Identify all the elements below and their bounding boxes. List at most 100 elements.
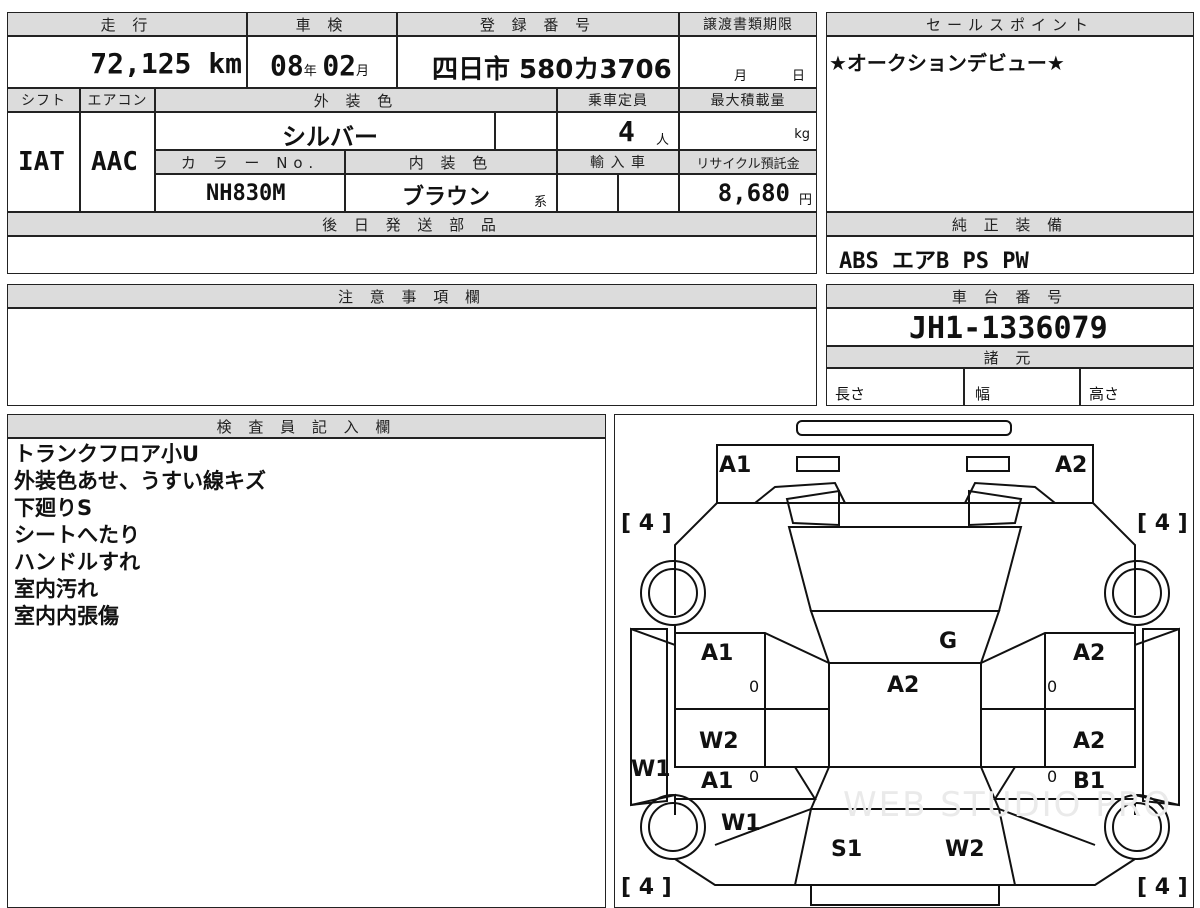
shift-value: IAT bbox=[18, 147, 65, 177]
aircon-value: AAC bbox=[91, 147, 138, 177]
inspection-year: 08 bbox=[270, 49, 304, 82]
mark-windshield: G bbox=[939, 629, 958, 654]
mark-left-front-door: A1 bbox=[701, 641, 734, 666]
tire-right-front: [ 4 ] bbox=[1137, 511, 1188, 536]
import-label: 輸 入 車 bbox=[557, 150, 679, 174]
interior-color-cell: ブラウン 系 bbox=[345, 174, 557, 212]
inspection-month-unit: 月 bbox=[356, 64, 370, 79]
spec-length: 長さ bbox=[835, 385, 866, 403]
inspector-line: シートへたり bbox=[14, 523, 140, 547]
recycle-fee-cell: 8,680 円 bbox=[679, 174, 817, 212]
mark-left-rear-door-2: A1 bbox=[701, 769, 734, 794]
capacity-unit: 人 bbox=[656, 133, 670, 148]
inspector-line: ハンドルすれ bbox=[14, 550, 140, 574]
inspection-year-unit: 年 bbox=[303, 64, 317, 79]
sales-point-value: ★オークションデビュー★ bbox=[829, 51, 1065, 75]
inspection-cell: 08年 02月 bbox=[247, 36, 397, 88]
mark-left-sill: W1 bbox=[631, 757, 671, 782]
transfer-day-unit: 日 bbox=[792, 69, 806, 84]
capacity-value: 4 bbox=[618, 115, 635, 148]
spec-height: 高さ bbox=[1089, 385, 1120, 403]
specs-label: 諸 元 bbox=[826, 346, 1194, 368]
exterior-color-cell: シルバー bbox=[155, 112, 495, 151]
aircon-cell: AAC bbox=[80, 112, 155, 212]
inspector-label: 検 査 員 記 入 欄 bbox=[7, 414, 606, 438]
later-parts-cell bbox=[7, 236, 817, 274]
sales-point-label: セールスポイント bbox=[826, 12, 1194, 36]
mileage-label: 走 行 bbox=[7, 12, 247, 36]
spec-width: 幅 bbox=[975, 385, 991, 403]
mark-zero: 0 bbox=[1047, 677, 1058, 696]
color-no-value: NH830M bbox=[206, 181, 286, 206]
mark-left-rear-fender: W1 bbox=[721, 811, 761, 836]
mark-roof: A2 bbox=[887, 673, 920, 698]
mark-trunk-left: S1 bbox=[831, 837, 863, 862]
registration-label: 登 録 番 号 bbox=[397, 12, 679, 36]
mark-right-rear-door-1: A2 bbox=[1073, 729, 1106, 754]
mileage-unit: km bbox=[208, 47, 242, 80]
car-diagram: [ 4 ] [ 4 ] [ 4 ] [ 4 ] A1 A2 G A2 A1 0 … bbox=[614, 414, 1194, 908]
transfer-month-unit: 月 bbox=[734, 69, 748, 84]
mileage-value: 72,125 bbox=[90, 47, 192, 80]
transfer-deadline-label: 譲渡書類期限 bbox=[679, 12, 817, 36]
mark-zero: 0 bbox=[749, 677, 760, 696]
chassis-value: JH1-1336079 bbox=[909, 311, 1108, 346]
mark-left-rear-door-1: W2 bbox=[699, 729, 739, 754]
mileage-cell: 72,125 km bbox=[7, 36, 247, 88]
notes-cell bbox=[7, 308, 817, 406]
mark-zero: 0 bbox=[1047, 767, 1058, 786]
max-load-cell: kg bbox=[679, 112, 817, 150]
aircon-label: エアコン bbox=[80, 88, 155, 112]
max-load-label: 最大積載量 bbox=[679, 88, 817, 112]
import-cell-2 bbox=[618, 174, 679, 212]
mark-right-front-door: A2 bbox=[1073, 641, 1106, 666]
interior-color-value: ブラウン bbox=[402, 185, 491, 210]
recycle-fee-label: リサイクル預託金 bbox=[679, 150, 817, 174]
inspection-month: 02 bbox=[322, 49, 357, 82]
exterior-color-extra bbox=[495, 112, 557, 150]
recycle-fee-value: 8,680 bbox=[717, 179, 790, 207]
genuine-equipment-value: ABS エアB PS PW bbox=[839, 249, 1029, 274]
genuine-equipment-label: 純 正 装 備 bbox=[826, 212, 1194, 236]
genuine-equipment-cell: ABS エアB PS PW bbox=[826, 236, 1194, 274]
mark-trunk-right: W2 bbox=[945, 837, 985, 862]
tire-left-rear: [ 4 ] bbox=[621, 875, 672, 900]
registration-value: 四日市 580カ3706 bbox=[432, 55, 672, 85]
inspector-line: 室内汚れ bbox=[14, 577, 98, 601]
inspector-line: 室内内張傷 bbox=[14, 604, 119, 628]
import-cell-1 bbox=[557, 174, 618, 212]
tire-left-front: [ 4 ] bbox=[621, 511, 672, 536]
color-no-label: カ ラ ー No. bbox=[155, 150, 345, 174]
capacity-label: 乗車定員 bbox=[557, 88, 679, 112]
exterior-color-label: 外 装 色 bbox=[155, 88, 557, 112]
chassis-label: 車 台 番 号 bbox=[826, 284, 1194, 308]
inspector-line: 下廻りS bbox=[14, 496, 93, 520]
color-no-cell: NH830M bbox=[155, 174, 345, 212]
inspector-line: 外装色あせ、うすい線キズ bbox=[14, 469, 266, 493]
tire-right-rear: [ 4 ] bbox=[1137, 875, 1188, 900]
notes-label: 注 意 事 項 欄 bbox=[7, 284, 817, 308]
max-load-unit: kg bbox=[794, 127, 810, 142]
interior-color-suffix: 系 bbox=[534, 195, 548, 210]
mark-front-left: A1 bbox=[719, 453, 752, 478]
shift-cell: IAT bbox=[7, 112, 80, 212]
inspection-label: 車 検 bbox=[247, 12, 397, 36]
mark-front-right: A2 bbox=[1055, 453, 1088, 478]
spec-height-cell: 高さ bbox=[1080, 368, 1194, 406]
interior-color-label: 内 装 色 bbox=[345, 150, 557, 174]
later-parts-label: 後 日 発 送 部 品 bbox=[7, 212, 817, 236]
recycle-fee-unit: 円 bbox=[798, 193, 812, 208]
inspector-line: トランクフロア小U bbox=[14, 442, 200, 466]
transfer-deadline-cell: 月 日 bbox=[679, 36, 817, 88]
mark-zero: 0 bbox=[749, 767, 760, 786]
shift-label: シフト bbox=[7, 88, 80, 112]
spec-length-cell: 長さ bbox=[826, 368, 964, 406]
registration-cell: 四日市 580カ3706 bbox=[397, 36, 679, 88]
inspector-cell: トランクフロア小U 外装色あせ、うすい線キズ 下廻りS シートへたり ハンドルす… bbox=[7, 438, 606, 908]
watermark: WEB STUDIO PRO bbox=[843, 785, 1173, 825]
capacity-cell: 4 人 bbox=[557, 112, 679, 150]
exterior-color-value: シルバー bbox=[282, 123, 378, 151]
sales-point-cell: ★オークションデビュー★ bbox=[826, 36, 1194, 212]
spec-width-cell: 幅 bbox=[964, 368, 1080, 406]
chassis-cell: JH1-1336079 bbox=[826, 308, 1194, 346]
